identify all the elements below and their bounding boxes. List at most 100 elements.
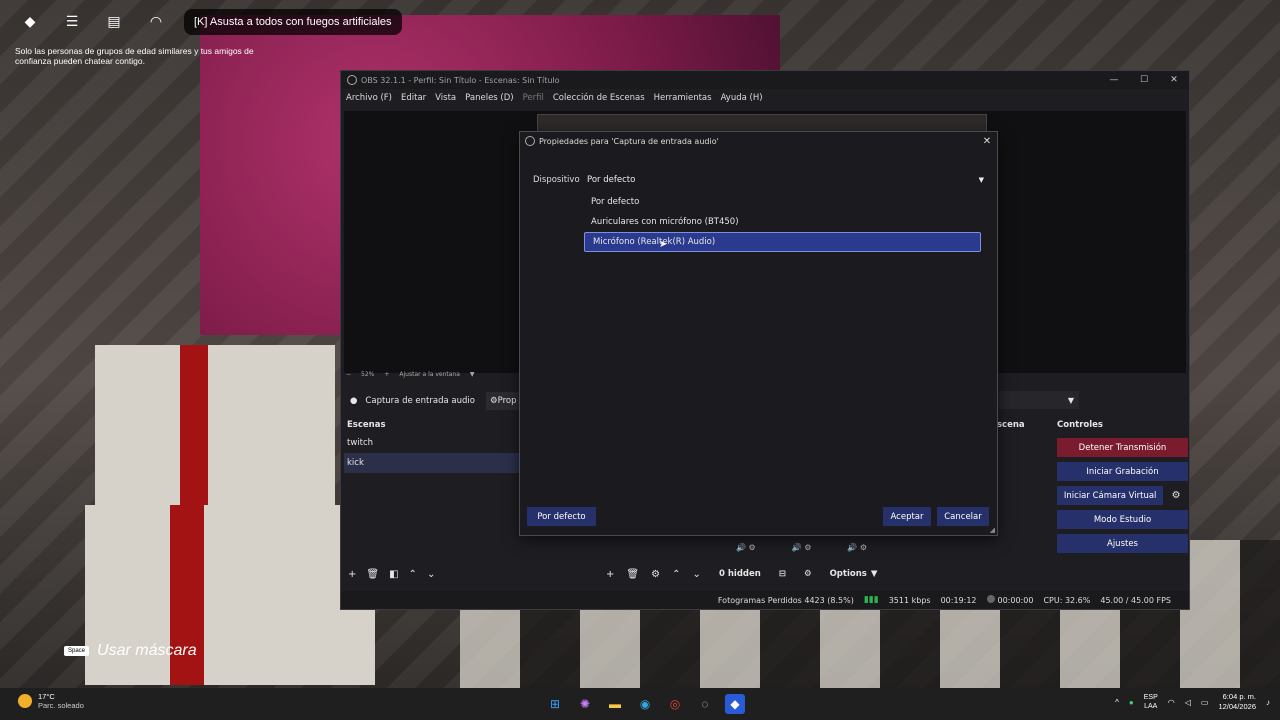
start-recording-button[interactable]: Iniciar Grabación (1057, 462, 1188, 481)
trash-icon[interactable]: 🗑 (366, 569, 379, 580)
battery-icon[interactable]: ▭ (1201, 698, 1209, 707)
properties-label: Prop (497, 396, 517, 406)
maximize-icon[interactable]: ☐ (1129, 75, 1159, 85)
zoom-bar: − 52% + Ajustar a la ventana ▼ (346, 371, 475, 378)
transition-dropdown[interactable]: ▼ (999, 391, 1079, 409)
chevron-down-icon[interactable]: ▼ (470, 371, 475, 378)
bitrate: 3511 kbps (888, 595, 931, 605)
lang-layout: LAA (1144, 703, 1158, 710)
gear-icon[interactable]: ⚙ (651, 569, 660, 580)
settings-button[interactable]: Ajustes (1057, 534, 1188, 553)
roblox-taskbar-icon[interactable]: ◆ (725, 694, 745, 714)
menu-icon[interactable]: ☰ (58, 8, 86, 36)
ok-button[interactable]: Aceptar (883, 507, 931, 526)
mixer-strip: 🔊 ⚙ 🔊 ⚙ 🔊 ⚙ (736, 543, 867, 552)
scene-item-twitch[interactable]: twitch (344, 433, 520, 453)
mouse-cursor-icon: ➤ (659, 239, 668, 250)
options-label: Options (829, 569, 867, 579)
speaker-icon[interactable]: 🔊 ⚙ (847, 543, 867, 552)
sources-toolbar: + 🗑 ⚙ ⌃ ⌄ (606, 569, 701, 580)
wifi-icon[interactable]: ◠ (1168, 698, 1175, 707)
notification-bell-icon[interactable]: ♪ (1266, 698, 1270, 707)
volume-icon[interactable]: ◁ (1185, 698, 1191, 707)
chat-icon[interactable]: ▤ (100, 8, 128, 36)
fps: 45.00 / 45.00 FPS (1100, 595, 1171, 605)
trash-icon[interactable]: 🗑 (626, 569, 639, 580)
option-por-defecto[interactable]: Por defecto (583, 192, 986, 212)
recording-time-wrap: 00:00:00 (986, 595, 1033, 605)
menu-ayuda[interactable]: Ayuda (H) (721, 93, 763, 103)
option-auriculares[interactable]: Auriculares con micrófono (BT450) (583, 212, 986, 232)
add-icon[interactable]: + (348, 569, 356, 580)
obs-title-text: OBS 32.1.1 - Perfil: Sin Título - Escena… (361, 75, 560, 85)
cancel-button[interactable]: Cancelar (937, 507, 989, 526)
device-select[interactable]: Por defecto ▼ (585, 172, 988, 188)
dialog-title: Propiedades para 'Captura de entrada aud… (539, 136, 719, 146)
arrow-down-icon[interactable]: ⌄ (692, 569, 700, 580)
device-label: Dispositivo (533, 175, 580, 185)
gear-icon[interactable]: ⚙ (1166, 490, 1186, 501)
mask-label: Usar máscara (97, 642, 197, 659)
properties-button[interactable]: ⚙ Prop (486, 392, 520, 410)
chrome-icon[interactable]: ◎ (665, 694, 685, 714)
arrow-down-icon[interactable]: ⌄ (427, 569, 435, 580)
weather-widget[interactable]: 17°C Parc. soleado (18, 692, 84, 710)
zoom-in-icon[interactable]: + (384, 371, 389, 378)
device-dropdown: Por defecto Auriculares con micrófono (B… (583, 192, 986, 254)
add-icon[interactable]: + (606, 569, 614, 580)
filter-icon[interactable]: ◧ (389, 569, 398, 580)
menu-paneles[interactable]: Paneles (D) (465, 93, 513, 103)
menu-coleccion[interactable]: Colección de Escenas (553, 93, 645, 103)
chevron-up-icon[interactable]: ^ (1115, 698, 1119, 707)
chevron-down-icon: ▼ (1067, 395, 1074, 405)
option-microfono[interactable]: Micrófono (Realtek(R) Audio) (584, 232, 981, 252)
source-name: Captura de entrada audio (365, 396, 475, 406)
menu-herramientas[interactable]: Herramientas (654, 93, 712, 103)
virtual-camera-button[interactable]: Iniciar Cámara Virtual (1057, 486, 1164, 505)
gift-ribbon-top (180, 345, 208, 515)
windows-start-icon[interactable]: ⊞ (545, 694, 565, 714)
options-button[interactable]: Options ▼ (830, 569, 878, 579)
fit-window-label[interactable]: Ajustar a la ventana (399, 371, 460, 378)
speaker-icon[interactable]: 🔊 ⚙ (736, 543, 756, 552)
clock[interactable]: 6:04 p. m. 12/04/2026 (1218, 692, 1256, 712)
edge-icon[interactable]: ◉ (635, 694, 655, 714)
scene-item-kick[interactable]: kick (344, 453, 520, 473)
arrow-up-icon[interactable]: ⌃ (409, 569, 417, 580)
emote-hint-chip[interactable]: [K] Asusta a todos con fuegos artificial… (184, 9, 402, 35)
file-explorer-icon[interactable]: ▬ (605, 694, 625, 714)
menu-archivo[interactable]: Archivo (F) (346, 93, 392, 103)
chat-notice: Solo las personas de grupos de edad simi… (15, 46, 254, 66)
roblox-logo-icon[interactable]: ◆ (16, 8, 44, 36)
studio-mode-button[interactable]: Modo Estudio (1057, 510, 1188, 529)
menu-vista[interactable]: Vista (435, 93, 456, 103)
close-icon[interactable]: ✕ (1159, 75, 1189, 85)
settings-icon[interactable]: ⚙ (804, 569, 812, 579)
stop-stream-button[interactable]: Detener Transmisión (1057, 438, 1188, 457)
properties-dialog: Propiedades para 'Captura de entrada aud… (519, 131, 998, 536)
headset-icon[interactable]: ◠ (142, 8, 170, 36)
microphone-icon[interactable]: ● (1129, 698, 1134, 707)
copilot-icon[interactable]: ✺ (575, 694, 595, 714)
speaker-icon[interactable]: 🔊 ⚙ (792, 543, 812, 552)
close-icon[interactable]: ✕ (977, 136, 997, 147)
menu-perfil[interactable]: Perfil (523, 93, 544, 103)
menu-editar[interactable]: Editar (401, 93, 426, 103)
date: 12/04/2026 (1218, 702, 1256, 711)
device-selected-value: Por defecto (587, 175, 636, 185)
mask-hint[interactable]: Space Usar máscara (64, 642, 197, 660)
resize-grip-icon[interactable]: ◢ (990, 526, 995, 534)
zoom-out-icon[interactable]: − (346, 371, 351, 378)
obs-titlebar: OBS 32.1.1 - Perfil: Sin Título - Escena… (341, 71, 1189, 89)
signal-icon: ▮▮▮ (863, 595, 879, 605)
minimize-icon[interactable]: — (1099, 75, 1129, 85)
weather-desc: Parc. soleado (38, 701, 84, 710)
transitions-title: scena (997, 420, 1025, 430)
roblox-topbar: ◆ ☰ ▤ ◠ [K] Asusta a todos con fuegos ar… (16, 8, 402, 36)
obs-taskbar-icon[interactable]: ◌ (695, 694, 715, 714)
defaults-button[interactable]: Por defecto (527, 507, 596, 526)
layout-icon[interactable]: ⊟ (779, 569, 786, 579)
record-icon (986, 595, 995, 603)
language-indicator[interactable]: ESP LAA (1144, 693, 1158, 711)
arrow-up-icon[interactable]: ⌃ (672, 569, 680, 580)
